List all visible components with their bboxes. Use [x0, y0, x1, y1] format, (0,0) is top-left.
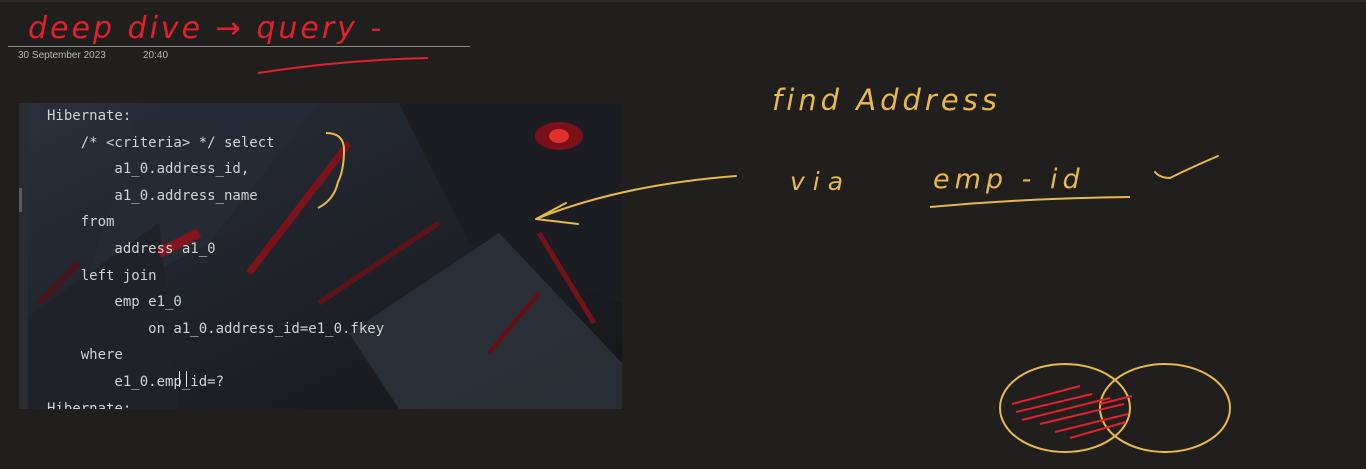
venn-right-circle: [1099, 363, 1231, 453]
emp-id-text: emp - id: [933, 164, 1085, 195]
code-line: emp e1_0: [47, 294, 182, 311]
code-screenshot-image: Hibernate: /* <criteria> */ select a1_0.…: [19, 103, 622, 409]
code-block: Hibernate: /* <criteria> */ select a1_0.…: [47, 103, 617, 409]
note-date: 30 September 2023: [18, 50, 106, 61]
editor-gutter: [19, 103, 28, 409]
check-mark-icon: [1154, 155, 1219, 180]
text-cursor-icon: [179, 371, 187, 387]
note-time: 20:40: [143, 50, 169, 61]
code-line: Hibernate:: [47, 400, 132, 409]
title-ink-text: deep dive → query -: [28, 11, 384, 46]
find-address-text: find Address: [772, 83, 1001, 117]
code-line: /* <criteria> */ select: [47, 134, 275, 151]
via-text: via: [790, 167, 851, 196]
code-line: a1_0.address_name: [47, 187, 258, 204]
title-rule: [8, 46, 470, 47]
top-edge: [0, 0, 1366, 2]
code-line: Hibernate:: [47, 108, 132, 124]
gutter-marker: [19, 188, 22, 212]
venn-left-circle: [999, 363, 1131, 453]
code-line: e1_0.emp_id=?: [47, 373, 225, 390]
venn-hatch-strokes: [1011, 385, 1133, 439]
title-underline-stroke: [257, 57, 429, 74]
code-line: on a1_0.address_id=e1_0.fkey: [47, 320, 385, 337]
code-line: where: [47, 347, 123, 364]
code-line: from: [47, 214, 115, 231]
code-line: address a1_0: [47, 240, 216, 257]
emp-id-underline: [929, 196, 1131, 208]
code-line: left join: [47, 267, 157, 284]
code-line: a1_0.address_id,: [47, 161, 250, 178]
